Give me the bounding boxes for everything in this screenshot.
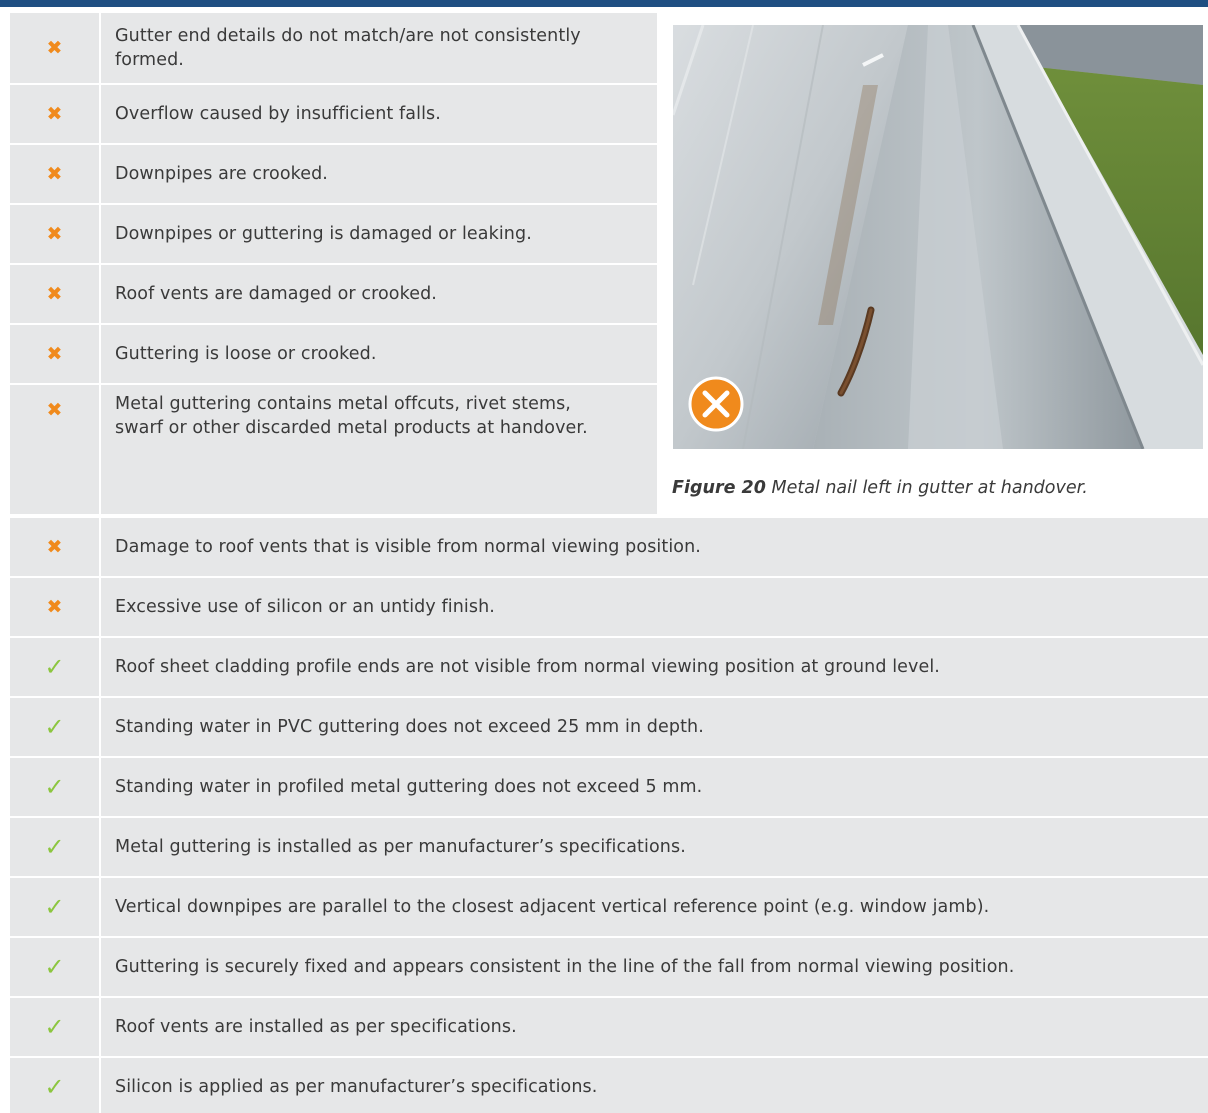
list-item-text: Damage to roof vents that is visible fro… [101, 518, 1208, 576]
list-item-text: Metal guttering contains metal offcuts, … [101, 385, 657, 514]
check-icon: ✓ [10, 818, 99, 876]
list-item-text: Silicon is applied as per manufacturer’s… [101, 1058, 1208, 1113]
cross-icon: ✖ [10, 265, 99, 323]
fail-list-top: ✖ Gutter end details do not match/are no… [10, 13, 657, 516]
criteria-list-bottom: ✖ Damage to roof vents that is visible f… [10, 518, 1208, 1113]
list-item-text: Downpipes are crooked. [101, 145, 657, 203]
list-item: ✓ Standing water in PVC guttering does n… [10, 698, 1208, 756]
list-item: ✓ Metal guttering is installed as per ma… [10, 818, 1208, 876]
list-item: ✓ Roof vents are installed as per specif… [10, 998, 1208, 1056]
list-item: ✖ Downpipes are crooked. [10, 145, 657, 203]
list-item-text: Metal guttering is installed as per manu… [101, 818, 1208, 876]
list-item: ✓ Silicon is applied as per manufacturer… [10, 1058, 1208, 1113]
cross-icon: ✖ [10, 85, 99, 143]
cross-icon: ✖ [10, 385, 99, 514]
list-item-text: Standing water in profiled metal gutteri… [101, 758, 1208, 816]
list-item-text: Vertical downpipes are parallel to the c… [101, 878, 1208, 936]
cross-icon: ✖ [10, 13, 99, 83]
check-icon: ✓ [10, 878, 99, 936]
figure-caption: Figure 20 Metal nail left in gutter at h… [672, 478, 1088, 498]
list-item: ✖ Downpipes or guttering is damaged or l… [10, 205, 657, 263]
list-item: ✖ Metal guttering contains metal offcuts… [10, 385, 657, 514]
list-item: ✖ Damage to roof vents that is visible f… [10, 518, 1208, 576]
list-item: ✓ Roof sheet cladding profile ends are n… [10, 638, 1208, 696]
cross-icon: ✖ [10, 518, 99, 576]
check-icon: ✓ [10, 998, 99, 1056]
cross-icon: ✖ [10, 205, 99, 263]
figure-text: Metal nail left in gutter at handover. [771, 478, 1088, 498]
list-item-text: Roof sheet cladding profile ends are not… [101, 638, 1208, 696]
list-item-text: Guttering is loose or crooked. [101, 325, 657, 383]
list-item-text: Overflow caused by insufficient falls. [101, 85, 657, 143]
header-bar [0, 0, 1208, 7]
cross-icon: ✖ [10, 145, 99, 203]
figure-label: Figure 20 [672, 478, 766, 498]
check-icon: ✓ [10, 938, 99, 996]
list-item-text: Roof vents are damaged or crooked. [101, 265, 657, 323]
list-item-text: Downpipes or guttering is damaged or lea… [101, 205, 657, 263]
list-item-text: Roof vents are installed as per specific… [101, 998, 1208, 1056]
check-icon: ✓ [10, 758, 99, 816]
list-item-text: Gutter end details do not match/are not … [101, 13, 657, 83]
list-item: ✓ Guttering is securely fixed and appear… [10, 938, 1208, 996]
gutter-photo [673, 25, 1203, 449]
cross-icon: ✖ [10, 578, 99, 636]
list-item: ✖ Excessive use of silicon or an untidy … [10, 578, 1208, 636]
list-item-text: Guttering is securely fixed and appears … [101, 938, 1208, 996]
check-icon: ✓ [10, 638, 99, 696]
list-item: ✖ Guttering is loose or crooked. [10, 325, 657, 383]
list-item: ✖ Overflow caused by insufficient falls. [10, 85, 657, 143]
gutter-photo-image [673, 25, 1203, 449]
list-item: ✓ Vertical downpipes are parallel to the… [10, 878, 1208, 936]
list-item: ✖ Roof vents are damaged or crooked. [10, 265, 657, 323]
check-icon: ✓ [10, 1058, 99, 1113]
list-item: ✓ Standing water in profiled metal gutte… [10, 758, 1208, 816]
check-icon: ✓ [10, 698, 99, 756]
list-item-text: Standing water in PVC guttering does not… [101, 698, 1208, 756]
list-item-text: Excessive use of silicon or an untidy fi… [101, 578, 1208, 636]
list-item: ✖ Gutter end details do not match/are no… [10, 13, 657, 83]
cross-icon: ✖ [10, 325, 99, 383]
